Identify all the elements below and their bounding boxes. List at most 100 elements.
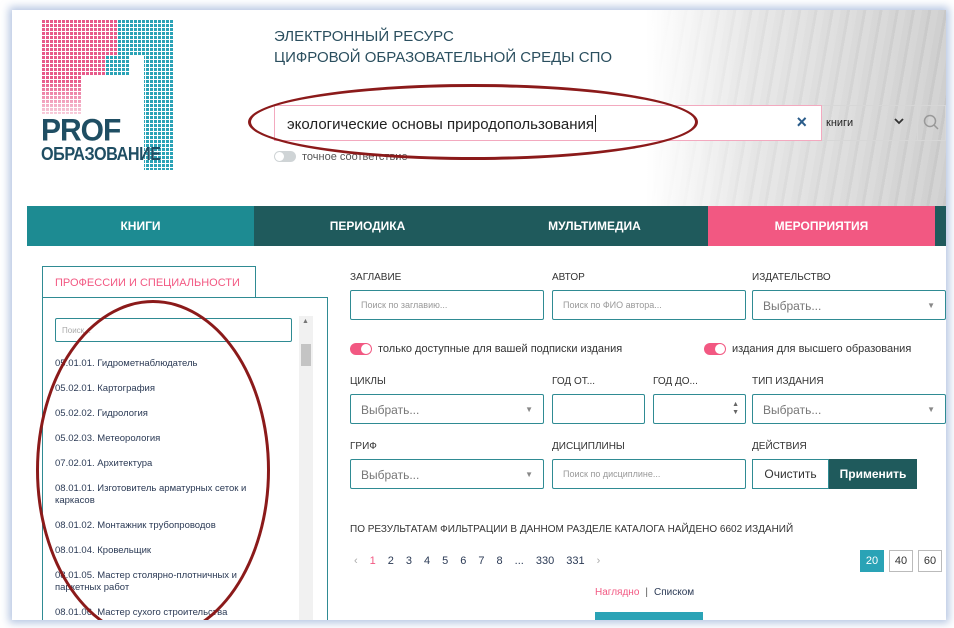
- resource-title-line2: ЦИФРОВОЙ ОБРАЗОВАТЕЛЬНОЙ СРЕДЫ СПО: [274, 49, 613, 66]
- year-from-input[interactable]: [552, 394, 645, 424]
- disciplines-filter-input[interactable]: Поиск по дисциплине...: [552, 459, 746, 489]
- list-item[interactable]: 08.01.01. Изготовитель арматурных сеток …: [55, 483, 285, 507]
- search-type-value: книги: [826, 117, 854, 129]
- pagination-page-330[interactable]: 330: [536, 555, 554, 567]
- author-filter-input[interactable]: Поиск по ФИО автора...: [552, 290, 746, 320]
- chevron-down-icon: ▼: [927, 301, 935, 310]
- chevron-down-icon: ▼: [525, 470, 533, 479]
- publisher-select[interactable]: Выбрать... ▼: [752, 290, 946, 320]
- title-filter-placeholder: Поиск по заглавию...: [361, 300, 448, 310]
- pagination-page-1[interactable]: 1: [370, 555, 376, 567]
- pagination-next[interactable]: ›: [597, 555, 601, 567]
- list-item[interactable]: 05.02.01. Картография: [55, 383, 285, 395]
- search-input[interactable]: экологические основы природопользования …: [274, 105, 822, 141]
- pubtype-select-placeholder: Выбрать...: [763, 403, 822, 417]
- grif-filter-label: Гриф: [350, 441, 377, 452]
- professions-panel: Поиск... ▲ 05.01.01. Гидрометнаблюдатель…: [42, 297, 328, 620]
- page-size-20[interactable]: 20: [860, 550, 884, 572]
- pagination-page-7[interactable]: 7: [478, 555, 484, 567]
- list-item[interactable]: 05.02.02. Гидрология: [55, 408, 285, 420]
- professions-search-input[interactable]: Поиск...: [55, 318, 292, 342]
- cycles-select-placeholder: Выбрать...: [361, 403, 420, 417]
- number-spinner-icon[interactable]: ▲ ▼: [732, 401, 739, 417]
- author-filter-placeholder: Поиск по ФИО автора...: [563, 300, 662, 310]
- pagination: ‹ 1 2 3 4 5 6 7 8 ... 330 331 ›: [354, 555, 612, 567]
- view-mode-list[interactable]: Списком: [654, 587, 694, 598]
- list-item[interactable]: 08.01.06. Мастер сухого строительства: [55, 607, 285, 619]
- clear-button[interactable]: Очистить: [752, 459, 829, 489]
- text-caret: [594, 115, 596, 132]
- list-item[interactable]: 05.01.01. Гидрометнаблюдатель: [55, 358, 285, 370]
- page-frame: PROF ОБРАЗОВАНИЕ ЭЛЕКТРОННЫЙ РЕСУРС ЦИФР…: [12, 10, 946, 620]
- pagination-page-4[interactable]: 4: [424, 555, 430, 567]
- professions-search-placeholder: Поиск...: [62, 326, 91, 335]
- pagination-page-6[interactable]: 6: [460, 555, 466, 567]
- pagination-ellipsis: ...: [514, 555, 524, 567]
- year-from-label: Год от...: [552, 376, 596, 387]
- author-filter-label: Автор: [552, 272, 585, 283]
- scrollbar-thumb[interactable]: [301, 344, 311, 366]
- cycles-filter-label: Циклы: [350, 376, 386, 387]
- pagination-page-8[interactable]: 8: [497, 555, 503, 567]
- chevron-down-icon: ▼: [927, 405, 935, 414]
- search-button[interactable]: [918, 105, 946, 141]
- publisher-filter-label: Издательство: [752, 272, 831, 283]
- search-icon: [923, 114, 939, 130]
- page-size-40[interactable]: 40: [889, 550, 913, 572]
- professions-list: 05.01.01. Гидрометнаблюдатель 05.02.01. …: [55, 358, 285, 620]
- view-mode-separator: |: [645, 587, 648, 598]
- view-mode-visual[interactable]: Наглядно: [595, 587, 639, 598]
- nav-tab-multimedia[interactable]: Мультимедиа: [481, 206, 708, 246]
- title-filter-label: Заглавие: [350, 272, 402, 283]
- clear-search-icon[interactable]: ×: [796, 112, 807, 133]
- nav-tab-events[interactable]: Мероприятия: [708, 206, 935, 246]
- exact-match-toggle[interactable]: [274, 151, 296, 162]
- list-item[interactable]: 07.02.01. Архитектура: [55, 458, 285, 470]
- pagination-prev[interactable]: ‹: [354, 555, 358, 567]
- list-item[interactable]: 05.02.03. Метеорология: [55, 433, 285, 445]
- bottom-partial-button[interactable]: [595, 612, 703, 620]
- pagination-page-331[interactable]: 331: [566, 555, 584, 567]
- chevron-down-icon: [894, 118, 904, 125]
- scroll-up-icon[interactable]: ▲: [302, 318, 309, 325]
- cycles-select[interactable]: Выбрать... ▼: [350, 394, 544, 424]
- nav-filler: [935, 206, 946, 246]
- tab-professions[interactable]: Профессии и специальности: [42, 266, 256, 298]
- disciplines-filter-placeholder: Поиск по дисциплине...: [563, 469, 661, 479]
- nav-tab-books[interactable]: Книги: [27, 206, 254, 246]
- logo-text-obrazovanie: ОБРАЗОВАНИЕ: [41, 144, 161, 164]
- search-input-value[interactable]: экологические основы природопользования: [287, 115, 596, 133]
- subscription-only-label: только доступные для вашей подписки изда…: [378, 343, 623, 355]
- year-to-input[interactable]: ▲ ▼: [653, 394, 746, 424]
- pagination-page-2[interactable]: 2: [388, 555, 394, 567]
- resource-title-line1: ЭЛЕКТРОННЫЙ РЕСУРС: [274, 28, 454, 45]
- results-count-text: По результатам фильтрации в данном разде…: [350, 524, 794, 535]
- nav-tab-periodicals[interactable]: Периодика: [254, 206, 481, 246]
- resource-title: ЭЛЕКТРОННЫЙ РЕСУРС ЦИФРОВОЙ ОБРАЗОВАТЕЛЬ…: [274, 26, 612, 68]
- higher-education-label: издания для высшего образования: [732, 343, 912, 355]
- professions-scrollbar[interactable]: ▲: [299, 316, 313, 620]
- main-nav: Книги Периодика Мультимедиа Мероприятия: [27, 206, 946, 246]
- higher-education-toggle[interactable]: [704, 343, 726, 355]
- subscription-only-toggle[interactable]: [350, 343, 372, 355]
- list-item[interactable]: 08.01.02. Монтажник трубопроводов: [55, 520, 285, 532]
- tab-professions-label: Профессии и специальности: [55, 277, 240, 289]
- publisher-select-placeholder: Выбрать...: [763, 299, 822, 313]
- apply-button[interactable]: Применить: [829, 459, 917, 489]
- page-size-60[interactable]: 60: [918, 550, 942, 572]
- pubtype-filter-label: Тип издания: [752, 376, 824, 387]
- exact-match-label: точное соответствие: [302, 151, 408, 163]
- list-item[interactable]: 08.01.05. Мастер столярно-плотничных и п…: [55, 570, 285, 594]
- year-to-label: Год до...: [653, 376, 698, 387]
- actions-label: Действия: [752, 441, 807, 452]
- view-mode-switch: Наглядно | Списком: [595, 587, 694, 598]
- grif-select[interactable]: Выбрать... ▼: [350, 459, 544, 489]
- pagination-page-3[interactable]: 3: [406, 555, 412, 567]
- chevron-down-icon: ▼: [525, 405, 533, 414]
- list-item[interactable]: 08.01.04. Кровельщик: [55, 545, 285, 557]
- search-type-select[interactable]: книги: [822, 105, 918, 141]
- grif-select-placeholder: Выбрать...: [361, 468, 420, 482]
- title-filter-input[interactable]: Поиск по заглавию...: [350, 290, 544, 320]
- pagination-page-5[interactable]: 5: [442, 555, 448, 567]
- pubtype-select[interactable]: Выбрать... ▼: [752, 394, 946, 424]
